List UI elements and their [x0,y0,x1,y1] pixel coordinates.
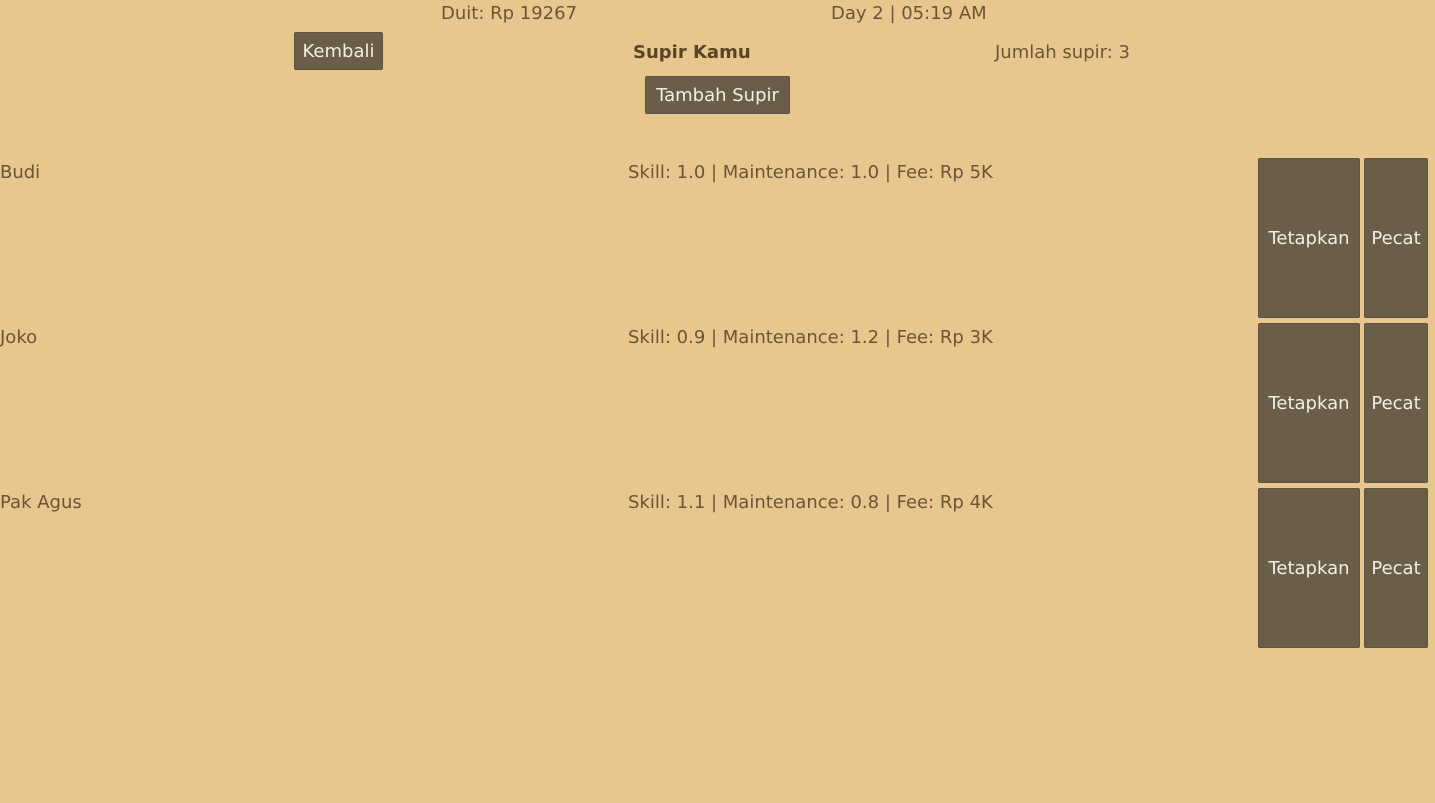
money-display: Duit: Rp 19267 [441,3,578,24]
assign-driver-button[interactable]: Tetapkan [1258,488,1360,648]
fire-driver-button[interactable]: Pecat [1364,158,1428,318]
driver-name: Joko [0,327,38,348]
driver-stats: Skill: 1.0 | Maintenance: 1.0 | Fee: Rp … [628,162,993,183]
day-time-display: Day 2 | 05:19 AM [831,3,987,24]
back-button[interactable]: Kembali [294,32,383,70]
assign-driver-button[interactable]: Tetapkan [1258,323,1360,483]
driver-name: Pak Agus [0,492,82,513]
assign-driver-button[interactable]: Tetapkan [1258,158,1360,318]
driver-stats: Skill: 1.1 | Maintenance: 0.8 | Fee: Rp … [628,492,993,513]
fire-driver-button[interactable]: Pecat [1364,488,1428,648]
driver-stats: Skill: 0.9 | Maintenance: 1.2 | Fee: Rp … [628,327,993,348]
fire-driver-button[interactable]: Pecat [1364,323,1428,483]
add-driver-button[interactable]: Tambah Supir [645,76,790,114]
page-title: Supir Kamu [633,42,751,63]
driver-name: Budi [0,162,41,183]
driver-count: Jumlah supir: 3 [995,42,1130,63]
